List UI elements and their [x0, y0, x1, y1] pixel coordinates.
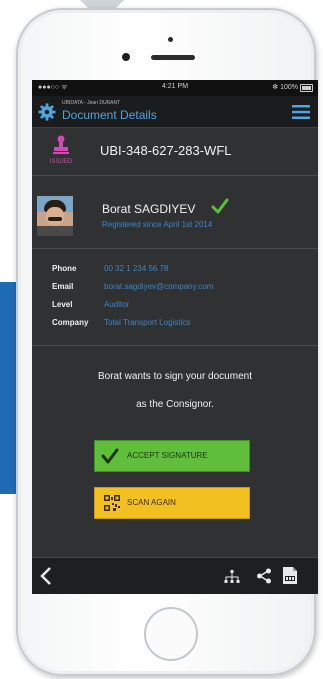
document-row: ISSUED UBI-348-627-283-WFL — [32, 128, 318, 176]
gear-icon[interactable] — [38, 103, 56, 121]
contact-details: Phone 00 32 1 234 56 78 Email borat.sagd… — [32, 250, 318, 346]
network-icon[interactable] — [224, 570, 240, 584]
status-bar: ●●●○○ ᯤ 4:21 PM ✻ 100% — [32, 80, 318, 96]
app-screen: ●●●○○ ᯤ 4:21 PM ✻ 100% UBIDATA - Jean DU… — [32, 80, 318, 594]
checkmark-icon — [211, 198, 229, 214]
company-value: Total Transport Logistics — [104, 318, 191, 327]
battery-percent: ✻ 100% — [272, 84, 298, 91]
app-header: UBIDATA - Jean DURANT Document Details — [32, 96, 318, 128]
detail-label: Phone — [52, 264, 77, 273]
detail-label: Level — [52, 300, 73, 309]
scan-again-button[interactable]: SCAN AGAIN — [94, 487, 250, 519]
battery-icon — [300, 84, 313, 92]
accept-signature-label: ACCEPT SIGNATURE — [127, 451, 208, 460]
share-icon[interactable] — [256, 568, 272, 584]
stamp-icon — [53, 135, 69, 154]
email-value[interactable]: borat.sagdiyev@company.com — [104, 282, 213, 291]
page-title: Document Details — [62, 108, 157, 122]
detail-label: Email — [52, 282, 74, 291]
pdf-file-icon[interactable] — [282, 567, 298, 585]
document-id: UBI-348-627-283-WFL — [100, 143, 232, 158]
user-registered-since: Registered since April 1st 2014 — [102, 220, 213, 229]
user-row: Borat SAGDIYEV Registered since April 1s… — [32, 176, 318, 249]
sign-request-message: Borat wants to sign your document — [98, 371, 252, 382]
scan-again-label: SCAN AGAIN — [127, 498, 176, 507]
background-blue-panel — [0, 282, 16, 494]
accept-signature-button[interactable]: ACCEPT SIGNATURE — [94, 440, 250, 472]
sign-request-role: as the Consignor. — [136, 399, 214, 410]
header-subtitle: UBIDATA - Jean DURANT — [62, 100, 121, 106]
phone-speaker — [151, 55, 195, 60]
phone-value[interactable]: 00 32 1 234 56 78 — [104, 264, 169, 273]
user-name: Borat SAGDIYEV — [102, 202, 196, 216]
checkmark-icon — [101, 448, 119, 464]
level-value: Auditor — [104, 300, 130, 309]
hamburger-menu-icon[interactable] — [292, 104, 310, 120]
bottom-toolbar — [32, 557, 318, 594]
document-status-label: ISSUED — [49, 159, 73, 165]
qr-code-icon — [104, 495, 120, 511]
chevron-left-icon[interactable] — [40, 567, 52, 585]
home-button[interactable] — [144, 607, 198, 661]
phone-sensor — [168, 37, 173, 42]
phone-camera — [122, 53, 130, 61]
avatar — [37, 196, 73, 236]
detail-label: Company — [52, 318, 89, 327]
